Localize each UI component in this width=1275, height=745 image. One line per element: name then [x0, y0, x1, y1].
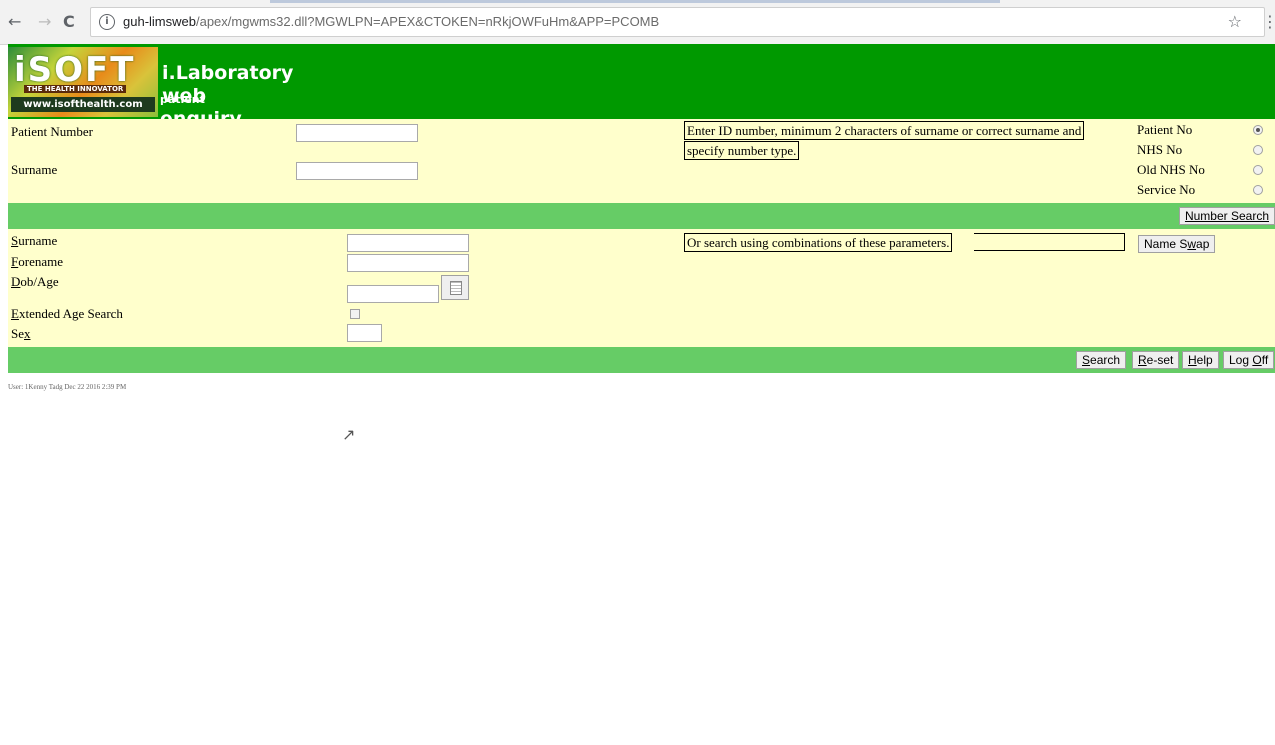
tab-strip-edge [270, 0, 1000, 3]
number-type-radio-nhs[interactable] [1253, 145, 1263, 155]
number-type-radio-patient[interactable] [1253, 125, 1263, 135]
number-type-label-patient: Patient No [1137, 122, 1193, 137]
extended-age-label: Extended Age Search [11, 306, 123, 321]
name-swap-button[interactable]: Name Swap [1138, 235, 1216, 253]
mouse-cursor-icon: ↗ [342, 425, 356, 444]
app: iSOFT THE HEALTH INNOVATOR www.isoftheal… [8, 44, 1275, 373]
surname-label: Surname [11, 162, 58, 177]
name-surname-input[interactable] [347, 234, 469, 252]
surname-input[interactable] [296, 162, 418, 180]
address-bar[interactable]: i guh-limsweb/apex/mgwms32.dll?MGWLPN=AP… [90, 7, 1265, 37]
info-icon[interactable]: i [99, 14, 115, 30]
number-search-button[interactable]: Number Search [1178, 207, 1275, 225]
log-off-button[interactable]: Log Off [1223, 351, 1275, 369]
number-search-hint-line2: specify number type. [684, 141, 800, 160]
patient-number-input[interactable] [296, 124, 418, 142]
browser-toolbar: ← → C i guh-limsweb/apex/mgwms32.dll?MGW… [0, 0, 1275, 45]
logo-tagline: THE HEALTH INNOVATOR [24, 85, 127, 93]
logo-site: www.isofthealth.com [11, 97, 155, 112]
url-text[interactable]: guh-limsweb/apex/mgwms32.dll?MGWLPN=APEX… [123, 14, 659, 29]
calendar-icon [450, 281, 462, 295]
url-host: guh-limsweb [123, 14, 196, 29]
number-search-hint-line1: Enter ID number, minimum 2 characters of… [684, 121, 1085, 140]
dob-age-label: Dob/Age [11, 274, 59, 289]
sex-input[interactable] [347, 324, 382, 342]
number-type-label-old-nhs: Old NHS No [1137, 162, 1205, 177]
number-type-radio-service[interactable] [1253, 185, 1263, 195]
number-search-panel: Patient Number Surname Enter ID number, … [8, 119, 1275, 203]
patient-number-label: Patient Number [11, 124, 93, 139]
url-path: /apex/mgwms32.dll?MGWLPN=APEX&CTOKEN=nRk… [195, 14, 660, 29]
isoft-logo: iSOFT THE HEALTH INNOVATOR www.isoftheal… [8, 47, 158, 117]
extended-age-checkbox[interactable] [350, 309, 360, 319]
app-subtitle: patient [160, 93, 205, 106]
reload-icon[interactable]: C [63, 12, 75, 32]
calendar-button[interactable] [441, 275, 469, 300]
number-search-button-label: Number Search [1184, 209, 1269, 223]
forename-label: Forename [11, 254, 63, 269]
forward-arrow-icon[interactable]: → [38, 12, 51, 32]
app-header: iSOFT THE HEALTH INNOVATOR www.isoftheal… [8, 44, 1275, 129]
user-status-line: User: 1Kenny Tadg Dec 22 2016 2:39 PM [8, 383, 127, 391]
name-search-hint: Or search using combinations of these pa… [684, 233, 953, 252]
name-surname-label: Surname [11, 233, 58, 248]
action-bar: Search Re-set Help Log Off [8, 347, 1275, 373]
logo-word: iSOFT [14, 50, 136, 90]
number-type-radio-old-nhs[interactable] [1253, 165, 1263, 175]
search-button[interactable]: Search [1076, 351, 1127, 369]
back-arrow-icon[interactable]: ← [8, 12, 21, 32]
reset-button[interactable]: Re-set [1132, 351, 1180, 369]
dob-age-input[interactable] [347, 285, 439, 303]
help-button[interactable]: Help [1182, 351, 1219, 369]
forename-input[interactable] [347, 254, 469, 272]
number-type-label-nhs: NHS No [1137, 142, 1183, 157]
sex-label: Sex [11, 326, 31, 341]
hint-underline [974, 233, 1125, 251]
number-search-bar: Number Search [8, 203, 1275, 229]
name-search-panel: Surname Forename Dob/Age Extended Age Se… [8, 229, 1275, 347]
number-type-label-service: Service No [1137, 182, 1196, 197]
browser-menu-icon[interactable]: ⋮ [1262, 12, 1275, 31]
bookmark-star-icon[interactable]: ☆ [1228, 12, 1242, 31]
